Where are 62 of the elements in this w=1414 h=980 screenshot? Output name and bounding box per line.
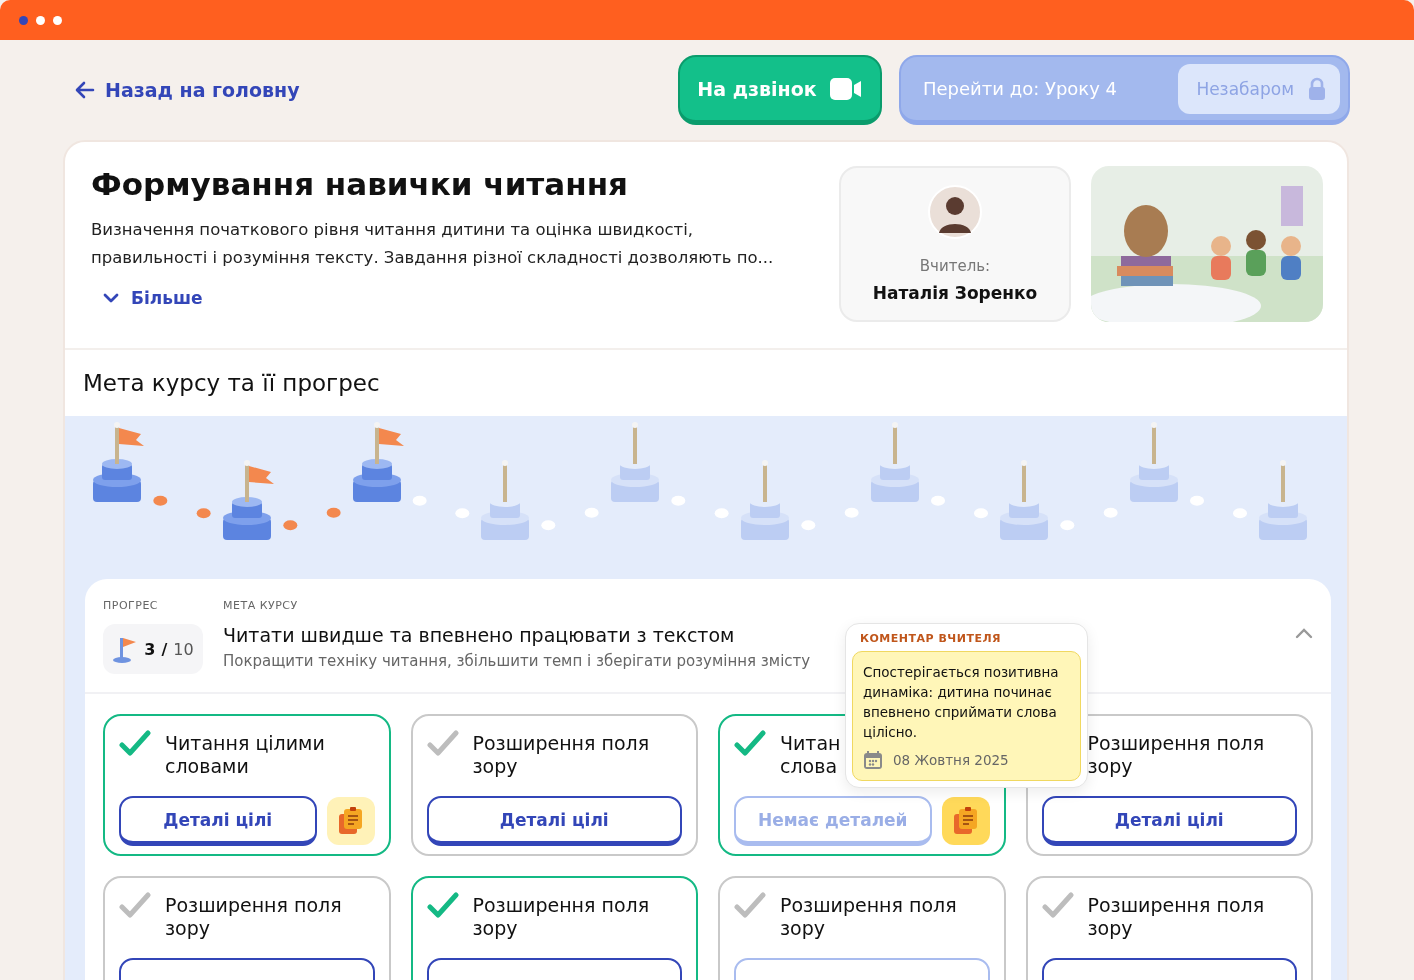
path-dot: [671, 495, 686, 506]
course-description: Визначення початкового рівня читання дитини та оцінка швидкості, правильності і розуміння тексту. Завдання різної складності дозволяють по...: [91, 219, 775, 269]
goal-card-title: Розширення поля зору: [472, 732, 650, 778]
path-dot: [412, 495, 427, 506]
chevron-down-icon: [103, 293, 119, 303]
comment-text: Спостерігається позитивна динаміка: дитина починає впевнено сприймати слова цілісно.: [863, 663, 1060, 742]
progress-label: ПРОГРЕС: [103, 599, 160, 612]
sticky-note-icon: [951, 806, 980, 836]
progress-count: 3: [144, 639, 156, 659]
path-dot: [283, 520, 298, 531]
progress-separator: /: [161, 639, 168, 659]
comment-title: КОМЕНТАР ВЧИТЕЛЯ: [859, 632, 1003, 647]
path-dot: [1233, 508, 1247, 519]
comment-date: 08 Жовтня 2025: [893, 752, 1009, 768]
path-dot: [1103, 507, 1118, 518]
goal-details-button[interactable]: Деталі цілі: [426, 796, 682, 846]
sticky-note-icon: [336, 806, 365, 836]
teacher-name: Наталія Зоренко: [872, 283, 1038, 303]
window-dot: [36, 15, 45, 25]
chevron-up-icon: [1295, 627, 1313, 639]
goal-card-title: Розширення поля зору: [780, 894, 957, 940]
goal-card-title: Розширення поля зору: [1087, 894, 1265, 940]
arrow-left-icon: [75, 81, 95, 99]
goal-details-button[interactable]: Деталі цілі: [1041, 796, 1297, 846]
back-link[interactable]: Назад на головну: [75, 79, 300, 101]
calendar-icon: [863, 750, 883, 770]
goal-card-title: Розширення поля зору: [1087, 732, 1265, 778]
avatar-icon: [928, 185, 982, 239]
goal-card-title: Розширення поля зору: [165, 894, 342, 940]
course-title: Формування навички читання: [91, 166, 629, 202]
path-dot: [844, 507, 859, 518]
section-title: Мета курсу та її прогрес: [82, 369, 381, 398]
progress-total: 10: [173, 639, 194, 659]
goal-label: МЕТА КУРСУ: [223, 599, 299, 612]
path-dot: [541, 520, 556, 531]
window-dot: [53, 15, 62, 25]
collapse-button[interactable]: [1295, 627, 1313, 639]
coming-soon-badge: Незабаром: [1178, 63, 1340, 114]
path-dot: [714, 508, 729, 519]
more-button[interactable]: Більше: [103, 288, 203, 308]
goal-details-button[interactable]: Деталі цілі: [119, 796, 317, 846]
goal-card-title: Читання цілими словами: [165, 732, 325, 778]
teacher-note-button[interactable]: [326, 797, 375, 845]
path-dot: [584, 507, 599, 518]
path-dot: [326, 507, 341, 518]
goal-title: Читати швидше та впевнено працювати з текстом: [223, 624, 736, 646]
lock-icon: [1308, 76, 1326, 101]
video-camera-icon: [828, 76, 863, 101]
path-dot: [974, 508, 988, 519]
path-dot: [931, 495, 945, 506]
window-dot: [19, 15, 28, 25]
goal-card-title: Читан слова: [780, 732, 841, 778]
path-dot: [455, 508, 470, 519]
goal-subtitle: Покращити техніку читання, збільшити темп і зберігати розуміння змісту: [223, 652, 811, 670]
path-dot: [801, 520, 816, 531]
path-dot: [196, 508, 211, 519]
path-dot: [1190, 495, 1204, 506]
teacher-note-button[interactable]: [941, 797, 990, 845]
path-dot: [1060, 520, 1075, 531]
path-dot: [153, 495, 168, 506]
goal-card-title: Розширення поля зору: [472, 894, 650, 940]
teacher-label: Вчитель:: [919, 257, 991, 275]
